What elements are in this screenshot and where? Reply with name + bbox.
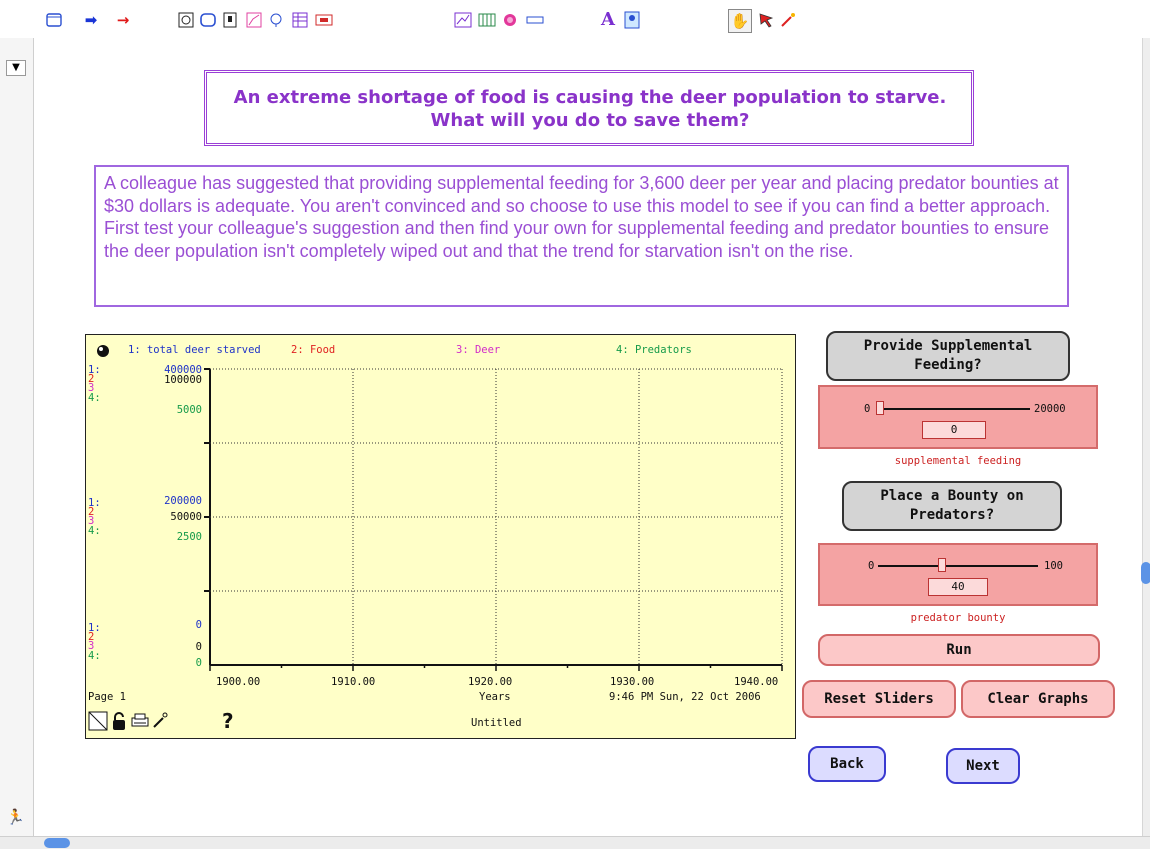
feeding-slider-panel: 0 20000 0 bbox=[818, 385, 1098, 449]
arrow-right-blue-icon[interactable]: ➡ bbox=[80, 9, 102, 31]
bounty-slider-thumb[interactable] bbox=[938, 558, 946, 572]
feeding-slider-thumb[interactable] bbox=[876, 401, 884, 415]
legend-predators: 4: Predators bbox=[616, 344, 692, 356]
arrow-right-red-icon[interactable]: → bbox=[112, 9, 134, 31]
series-marker-4: 4: bbox=[88, 392, 101, 404]
bounty-caption: predator bounty bbox=[910, 612, 1006, 624]
next-button[interactable]: Next bbox=[946, 748, 1020, 784]
timestamp: 9:46 PM Sun, 22 Oct 2006 bbox=[609, 691, 761, 703]
right-scroll-edge[interactable] bbox=[1141, 38, 1150, 848]
print-icon[interactable] bbox=[130, 713, 150, 729]
wand-icon[interactable] bbox=[152, 711, 168, 729]
axis-bottom-series1: 0 bbox=[195, 619, 202, 631]
graph-panel[interactable]: 1: total deer starved 2: Food 3: Deer 4:… bbox=[85, 334, 796, 739]
pointer-icon[interactable] bbox=[756, 9, 776, 31]
x-axis-label: Years bbox=[479, 691, 511, 703]
dropdown-arrow-icon[interactable]: ▼ bbox=[6, 60, 26, 76]
run-button[interactable]: Run bbox=[818, 634, 1100, 666]
meter-icon[interactable] bbox=[500, 9, 520, 31]
graph-pad-icon[interactable] bbox=[244, 9, 264, 31]
legend-deer: 3: Deer bbox=[456, 344, 501, 356]
loop-icon[interactable] bbox=[176, 9, 196, 31]
axis-top-series4: 5000 bbox=[176, 404, 202, 416]
bounty-value[interactable]: 40 bbox=[928, 578, 988, 596]
x-tick-1930: 1930.00 bbox=[610, 676, 655, 688]
bounty-max: 100 bbox=[1044, 560, 1063, 572]
feeding-value[interactable]: 0 bbox=[922, 421, 986, 439]
help-icon[interactable]: ? bbox=[222, 709, 234, 733]
legend-total-deer-starved: 1: total deer starved bbox=[128, 344, 261, 356]
place-bounty-button[interactable]: Place a Bounty on Predators? bbox=[842, 481, 1062, 531]
legend-food: 2: Food bbox=[291, 344, 336, 356]
axis-mid-series23: 50000 bbox=[170, 511, 202, 523]
bounty-slider-panel: 0 100 40 bbox=[818, 543, 1098, 606]
page-label: Page 1 bbox=[88, 691, 126, 703]
feeding-caption: supplemental feeding bbox=[894, 455, 1022, 467]
slider-icon[interactable] bbox=[524, 9, 546, 31]
lock-icon[interactable] bbox=[112, 711, 126, 731]
x-tick-1920: 1920.00 bbox=[468, 676, 513, 688]
axis-bottom-series4: 0 bbox=[195, 657, 202, 669]
x-tick-1910: 1910.00 bbox=[331, 676, 376, 688]
rounded-rect-icon[interactable] bbox=[198, 9, 218, 31]
runner-icon[interactable]: 🏃 bbox=[6, 808, 25, 826]
numeric-display-icon[interactable] bbox=[313, 9, 335, 31]
series-marker-4-bottom: 4: bbox=[88, 650, 101, 662]
graph-pin-icon[interactable] bbox=[96, 343, 110, 357]
sector-icon[interactable] bbox=[266, 9, 286, 31]
toolbar: ➡ → A ✋ bbox=[0, 0, 1150, 38]
magic-wand-icon[interactable] bbox=[778, 9, 798, 31]
bar-icon[interactable] bbox=[476, 9, 498, 31]
left-gutter: ▼ 🏃 bbox=[0, 38, 34, 848]
table-icon[interactable] bbox=[290, 9, 310, 31]
back-button[interactable]: Back bbox=[808, 746, 886, 782]
page-icon[interactable] bbox=[44, 9, 64, 31]
series-marker-4-mid: 4: bbox=[88, 525, 101, 537]
axis-mid-series1: 200000 bbox=[164, 495, 202, 507]
text-icon[interactable]: A bbox=[598, 9, 618, 31]
h-scroll-thumb[interactable] bbox=[44, 838, 70, 848]
scroll-thumb[interactable] bbox=[1141, 562, 1150, 584]
reset-sliders-button[interactable]: Reset Sliders bbox=[802, 680, 956, 718]
picture-icon[interactable] bbox=[622, 9, 642, 31]
bottom-scrollbar[interactable] bbox=[0, 836, 1150, 849]
provide-feeding-button[interactable]: Provide Supplemental Feeding? bbox=[826, 331, 1070, 381]
bounty-slider-track[interactable] bbox=[878, 565, 1038, 567]
switch-icon[interactable] bbox=[220, 9, 240, 31]
doc-title: Untitled bbox=[471, 717, 522, 729]
clear-graphs-button[interactable]: Clear Graphs bbox=[961, 680, 1115, 718]
description-text: A colleague has suggested that providing… bbox=[104, 173, 1059, 261]
feeding-max: 20000 bbox=[1034, 403, 1066, 415]
page-title: An extreme shortage of food is causing t… bbox=[233, 87, 947, 131]
page-corner-icon[interactable] bbox=[88, 711, 108, 731]
x-tick-1940: 1940.00 bbox=[734, 676, 779, 688]
axis-top-series23: 100000 bbox=[164, 374, 202, 386]
hand-icon[interactable]: ✋ bbox=[728, 9, 752, 33]
feeding-slider-track[interactable] bbox=[878, 408, 1030, 410]
feeding-min: 0 bbox=[864, 403, 871, 415]
axis-bottom-series23: 0 bbox=[195, 641, 202, 653]
axis-mid-series4: 2500 bbox=[176, 531, 202, 543]
bounty-min: 0 bbox=[868, 560, 875, 572]
x-tick-1900: 1900.00 bbox=[216, 676, 261, 688]
line-graph-icon[interactable] bbox=[452, 9, 474, 31]
